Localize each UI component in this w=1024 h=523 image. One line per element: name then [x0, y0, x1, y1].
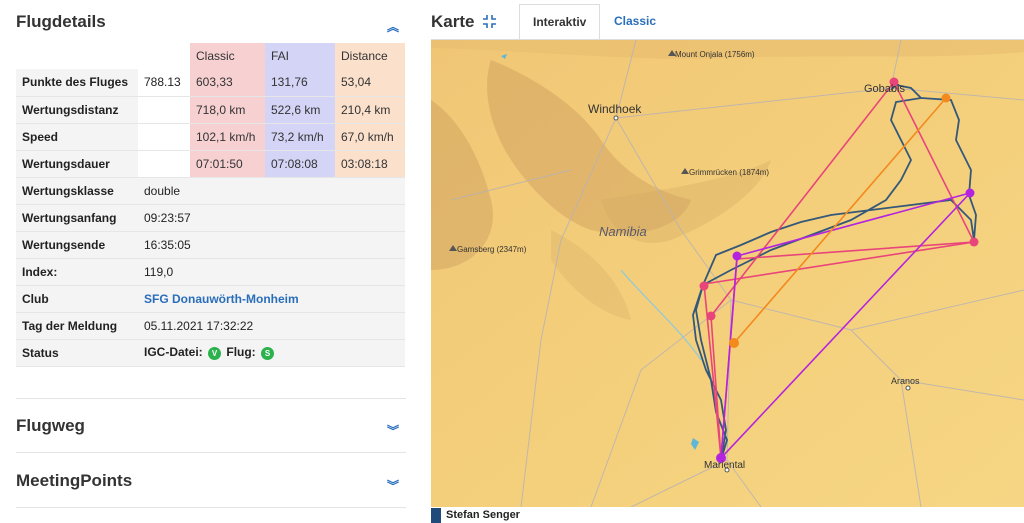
- table-row: Speed 102,1 km/h 73,2 km/h 67,0 km/h: [16, 123, 405, 151]
- table-row: Wertungsklasse double: [16, 177, 405, 205]
- karte-title: Karte: [431, 12, 475, 31]
- turnpoint-marker[interactable]: [706, 311, 716, 321]
- table-row: Wertungsende 16:35:05: [16, 231, 405, 259]
- row-label: Wertungsklasse: [16, 177, 138, 205]
- label-grimmruecken: Grimmrücken (1874m): [689, 168, 769, 177]
- distance-value: 03:08:18: [335, 150, 405, 178]
- label-aranos: Aranos: [891, 376, 920, 386]
- distance-value: 53,04: [335, 69, 405, 97]
- igc-label: IGC-Datei:: [144, 345, 203, 360]
- row-label: Speed: [16, 123, 138, 151]
- row-value: 788.13: [138, 69, 190, 97]
- row-label: Tag der Meldung: [16, 312, 138, 340]
- row-label: Wertungsdauer: [16, 150, 138, 178]
- table-row: Status IGC-Datei: V Flug: S: [16, 339, 405, 367]
- map-canvas[interactable]: Mount Onjala (1756m) Windhoek Gobabis Gr…: [431, 40, 1024, 507]
- classic-value: 603,33: [190, 69, 265, 97]
- table-row: Club SFG Donauwörth-Monheim: [16, 285, 405, 313]
- flugweg-title[interactable]: Flugweg: [16, 416, 85, 436]
- pilot-name: Stefan Senger: [446, 509, 520, 521]
- flight-details-table: Classic FAI Distance Punkte des Fluges 7…: [16, 43, 405, 367]
- city-marker: [613, 115, 619, 121]
- map-legend: Stefan Senger: [431, 508, 520, 523]
- table-header-row: Classic FAI Distance: [16, 43, 405, 69]
- divider: [16, 507, 406, 508]
- turnpoint-marker[interactable]: [941, 93, 951, 103]
- row-value: 16:35:05: [138, 231, 405, 259]
- row-label: Club: [16, 285, 138, 313]
- distance-value: 67,0 km/h: [335, 123, 405, 151]
- turnpoint-marker[interactable]: [732, 251, 742, 261]
- fullscreen-collapse-icon[interactable]: [483, 15, 496, 28]
- fai-value: 522,6 km: [265, 96, 335, 124]
- label-namibia: Namibia: [599, 224, 647, 239]
- classic-value: 718,0 km: [190, 96, 265, 124]
- status-label: Status: [16, 339, 138, 367]
- header-classic: Classic: [190, 43, 265, 69]
- collapse-chevron-icon[interactable]: ︽: [386, 20, 400, 34]
- row-label: Wertungsanfang: [16, 204, 138, 232]
- table-row: Wertungsanfang 09:23:57: [16, 204, 405, 232]
- turnpoint-marker[interactable]: [965, 188, 975, 198]
- flug-label: Flug:: [226, 345, 256, 360]
- status-value: IGC-Datei: V Flug: S: [138, 339, 405, 367]
- row-label: Punkte des Fluges: [16, 69, 138, 97]
- tab-classic[interactable]: Classic: [601, 4, 669, 40]
- row-label: Wertungsende: [16, 231, 138, 259]
- table-row: Wertungsdistanz 718,0 km 522,6 km 210,4 …: [16, 96, 405, 124]
- meetingpoints-title[interactable]: MeetingPoints: [16, 471, 132, 491]
- divider: [16, 452, 406, 453]
- header-distance: Distance: [335, 43, 405, 69]
- row-value: 119,0: [138, 258, 405, 286]
- flight-map[interactable]: Mount Onjala (1756m) Windhoek Gobabis Gr…: [431, 40, 1024, 507]
- city-marker: [905, 385, 911, 391]
- tab-interaktiv[interactable]: Interaktiv: [519, 4, 601, 40]
- flug-status-badge: S: [261, 346, 275, 360]
- table-row: Punkte des Fluges 788.13 603,33 131,76 5…: [16, 69, 405, 97]
- row-value: [138, 96, 190, 124]
- flugdetails-title: Flugdetails: [16, 12, 106, 31]
- classic-value: 102,1 km/h: [190, 123, 265, 151]
- row-label: Wertungsdistanz: [16, 96, 138, 124]
- label-mount-onjala: Mount Onjala (1756m): [675, 50, 755, 59]
- club-link[interactable]: SFG Donauwörth-Monheim: [144, 292, 299, 306]
- table-row: Wertungsdauer 07:01:50 07:08:08 03:08:18: [16, 150, 405, 178]
- fai-value: 73,2 km/h: [265, 123, 335, 151]
- row-value: 09:23:57: [138, 204, 405, 232]
- label-gamsberg: Gamsberg (2347m): [457, 245, 527, 254]
- header-fai: FAI: [265, 43, 335, 69]
- flugdetails-panel: Flugdetails ︽ Classic FAI Distance Punkt…: [0, 0, 416, 523]
- row-value: double: [138, 177, 405, 205]
- turnpoint-marker[interactable]: [729, 338, 739, 348]
- turnpoint-marker[interactable]: [969, 237, 979, 247]
- fai-value: 07:08:08: [265, 150, 335, 178]
- pilot-color-swatch: [431, 508, 441, 523]
- igc-valid-badge: V: [208, 346, 222, 360]
- row-value: 05.11.2021 17:32:22: [138, 312, 405, 340]
- expand-chevron-icon[interactable]: ︾: [386, 424, 400, 438]
- label-mariental: Mariental: [704, 460, 745, 471]
- label-windhoek: Windhoek: [588, 102, 642, 116]
- row-value: [138, 123, 190, 151]
- table-row: Tag der Meldung 05.11.2021 17:32:22: [16, 312, 405, 340]
- label-gobabis: Gobabis: [864, 83, 905, 95]
- classic-value: 07:01:50: [190, 150, 265, 178]
- table-row: Index: 119,0: [16, 258, 405, 286]
- fai-value: 131,76: [265, 69, 335, 97]
- row-value: [138, 150, 190, 178]
- expand-chevron-icon[interactable]: ︾: [386, 479, 400, 493]
- turnpoint-marker[interactable]: [699, 281, 709, 291]
- distance-value: 210,4 km: [335, 96, 405, 124]
- row-label: Index:: [16, 258, 138, 286]
- divider: [16, 398, 406, 399]
